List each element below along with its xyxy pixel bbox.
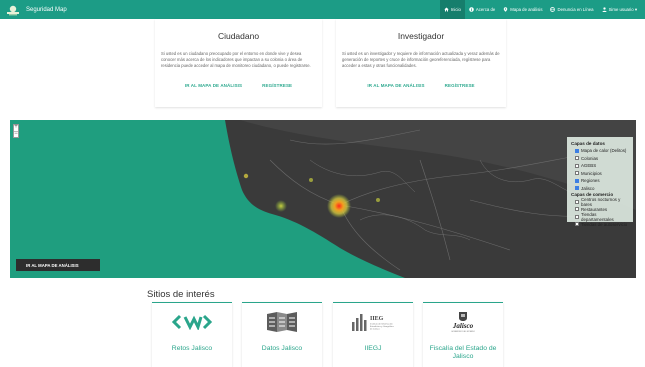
layer-label: Jalisco — [581, 185, 595, 191]
info-icon — [469, 7, 474, 12]
site-card-fiscalia-jalisco[interactable]: Jalisco GOBIERNO DEL ESTADO Fiscalía del… — [423, 302, 503, 367]
heatmap-hotspot — [275, 200, 287, 212]
heatmap-hotspot — [309, 178, 313, 182]
layer-label: Mapa de calor (Delitos) — [581, 148, 627, 154]
nav-label: Acerca de — [475, 7, 496, 12]
citizen-register-link[interactable]: REGÍSTRESE — [262, 83, 292, 88]
nav-item-mapa-de-analisis[interactable]: Mapa de análisis — [499, 0, 546, 19]
layer-label: Regiones — [581, 178, 600, 184]
heatmap-hotspot — [243, 173, 249, 179]
zoom-out-button[interactable]: − — [14, 131, 18, 137]
layer-checkbox[interactable] — [575, 163, 579, 168]
heatmap-hotspot — [327, 194, 351, 218]
map-analysis-button[interactable]: IR AL MAPA DE ANÁLISIS — [16, 259, 100, 271]
layer-checkbox[interactable] — [575, 207, 579, 212]
brand[interactable]: Seguridad Map — [6, 4, 67, 16]
citizen-map-link[interactable]: IR AL MAPA DE ANÁLISIS — [185, 83, 242, 88]
brand-logo-icon — [7, 5, 19, 15]
nav-label: Sime usuario ▾ — [608, 6, 637, 12]
layer-label: AGEBS — [581, 163, 597, 169]
map-view[interactable]: + − IR AL MAPA DE ANÁLISIS Capas de dato… — [10, 120, 636, 278]
site-card-retos-jalisco[interactable]: Retos Jalisco — [152, 302, 232, 367]
layer-control-panel: Capas de datos Mapa de calor (Delitos) C… — [567, 137, 633, 227]
layer-heatmap[interactable]: Mapa de calor (Delitos) — [571, 147, 629, 155]
layer-checkbox[interactable] — [575, 214, 579, 219]
datos-jalisco-logo — [242, 311, 322, 333]
layer-checkbox[interactable] — [575, 199, 579, 204]
iiegj-logo: IIEG Instituto de Información Estadístic… — [333, 311, 413, 333]
citizen-card-text: Si usted es un ciudadano preocupado por … — [161, 51, 311, 68]
home-icon — [444, 7, 449, 12]
brand-name: Seguridad Map — [26, 6, 67, 13]
user-icon — [601, 7, 607, 12]
site-label: Datos Jalisco — [261, 345, 303, 352]
researcher-map-link[interactable]: IR AL MAPA DE ANÁLISIS — [367, 83, 424, 88]
svg-text:Jalisco: Jalisco — [452, 322, 474, 330]
layer-regiones[interactable]: Regiones — [571, 177, 629, 185]
jalisco-seal-logo: Jalisco GOBIERNO DEL ESTADO — [423, 311, 503, 333]
layer-label: Municipios — [581, 170, 602, 176]
layer-checkbox[interactable] — [575, 222, 579, 227]
globe-icon — [550, 7, 556, 12]
layer-tiendas-autoservicio[interactable]: Tiendas de autoservicio — [571, 221, 629, 229]
layer-label: Tiendas de autoservicio — [581, 221, 628, 227]
nav-item-acerca-de[interactable]: Acerca de — [465, 0, 499, 19]
site-label: Fiscalía del Estado de Jalisco — [429, 345, 497, 360]
nav-label: Inicio — [450, 7, 461, 12]
nav-label: Mapa de análisis — [510, 7, 543, 12]
layer-agebs[interactable]: AGEBS — [571, 162, 629, 170]
site-card-iiegj[interactable]: IIEG Instituto de Información Estadístic… — [333, 302, 413, 367]
citizen-card-title: Ciudadano — [217, 31, 260, 41]
layer-label: Colonias — [581, 155, 599, 161]
layer-checkbox[interactable] — [575, 156, 579, 161]
layer-label: Centros nocturnos y bares — [581, 196, 621, 207]
svg-text:GOBIERNO DEL ESTADO: GOBIERNO DEL ESTADO — [451, 330, 475, 333]
layer-label: Tiendas departamentales — [581, 211, 614, 222]
layer-checkbox[interactable] — [575, 186, 579, 191]
data-layers-title: Capas de datos — [571, 141, 605, 146]
svg-text:IIEG: IIEG — [370, 316, 384, 322]
researcher-card-actions: IR AL MAPA DE ANÁLISIS REGÍSTRESE — [342, 83, 500, 88]
map-pin-icon — [503, 7, 508, 12]
researcher-card-text: Si usted es un investigador y requiere d… — [342, 51, 500, 68]
svg-text:de Jalisco: de Jalisco — [370, 329, 381, 331]
nav-menu: Inicio Acerca de Mapa de análisis Denunc… — [439, 0, 641, 19]
nav-label: Denuncia en Línea — [557, 7, 594, 12]
layer-jalisco[interactable]: Jalisco — [571, 185, 629, 193]
sites-title: Sitios de interés — [147, 289, 215, 300]
layer-checkbox[interactable] — [575, 178, 579, 183]
top-navbar: Seguridad Map Inicio Acerca de Mapa de a… — [0, 0, 645, 19]
site-label: IIEGJ — [364, 345, 382, 352]
heatmap-hotspot — [376, 198, 380, 202]
layer-checkbox[interactable] — [575, 148, 579, 153]
layer-centros-nocturnos[interactable]: Centros nocturnos y bares — [571, 196, 629, 207]
researcher-register-link[interactable]: REGÍSTRESE — [445, 83, 475, 88]
site-label: Retos Jalisco — [171, 345, 213, 352]
layer-tiendas-departamentales[interactable]: Tiendas departamentales — [571, 211, 629, 222]
nav-item-denuncia-en-linea[interactable]: Denuncia en Línea — [546, 0, 597, 19]
researcher-card: Investigador Si usted es un investigador… — [336, 19, 506, 107]
layer-municipios[interactable]: Municipios — [571, 170, 629, 178]
layer-checkbox[interactable] — [575, 171, 579, 176]
researcher-card-title: Investigador — [397, 31, 445, 41]
nav-item-user-menu[interactable]: Sime usuario ▾ — [598, 0, 641, 19]
layer-colonias[interactable]: Colonias — [571, 155, 629, 163]
retos-jalisco-logo — [152, 311, 232, 333]
citizen-card: Ciudadano Si usted es un ciudadano preoc… — [155, 19, 322, 107]
citizen-card-actions: IR AL MAPA DE ANÁLISIS REGÍSTRESE — [161, 83, 316, 88]
map-canvas — [225, 120, 636, 278]
zoom-control: + − — [13, 124, 19, 138]
site-card-datos-jalisco[interactable]: Datos Jalisco — [242, 302, 322, 367]
nav-item-inicio[interactable]: Inicio — [439, 0, 465, 19]
